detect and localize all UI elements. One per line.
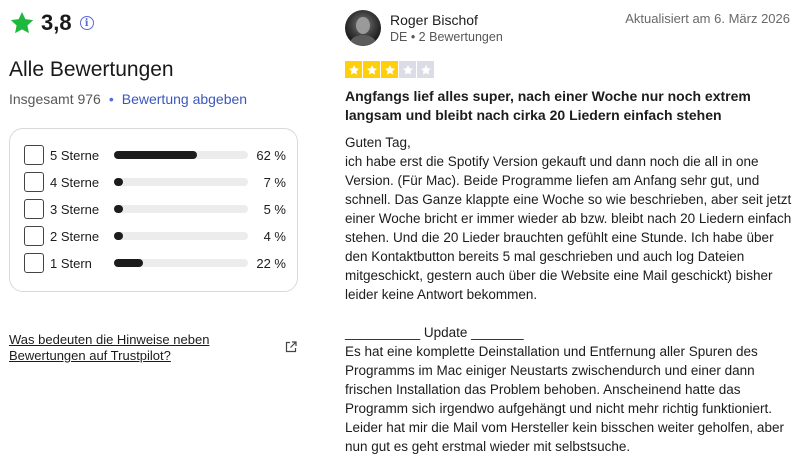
avatar-face xyxy=(356,17,370,34)
filter-percentage: 5 % xyxy=(263,201,286,217)
distribution-bar-fill xyxy=(114,178,124,186)
distribution-bar xyxy=(114,232,248,240)
distribution-bar xyxy=(114,178,248,186)
rating-distribution-card: 5 Sterne 62 % 4 Sterne 7 % 3 Sterne 5 % … xyxy=(9,128,298,292)
review-labels-help-link[interactable]: Was bedeuten die Hinweise neben Bewertun… xyxy=(9,332,249,364)
write-review-link[interactable]: Bewertung abgeben xyxy=(122,91,247,107)
filter-percentage: 7 % xyxy=(263,174,286,190)
filter-row-4-stars[interactable]: 4 Sterne 7 % xyxy=(24,172,286,192)
review-title[interactable]: Angfangs lief alles super, nach einer Wo… xyxy=(345,87,795,125)
ratings-summary-panel: 3,8 i Alle Bewertungen Insgesamt 976 • B… xyxy=(0,0,310,462)
reviewer-name[interactable]: Roger Bischof xyxy=(390,12,478,28)
all-reviews-heading: Alle Bewertungen xyxy=(9,58,174,81)
review-updated-date: Aktualisiert am 6. März 2026 xyxy=(625,11,790,26)
distribution-bar-fill xyxy=(114,232,123,240)
filter-row-5-stars[interactable]: 5 Sterne 62 % xyxy=(24,145,286,165)
filter-percentage: 62 % xyxy=(256,147,286,163)
distribution-bar xyxy=(114,259,248,267)
overall-rating: 3,8 i xyxy=(9,10,94,36)
filter-percentage: 22 % xyxy=(256,255,286,271)
distribution-bar xyxy=(114,151,248,159)
distribution-bar-fill xyxy=(114,259,144,267)
review-body: Guten Tag, ich habe erst die Spotify Ver… xyxy=(345,133,797,456)
rating-value: 3,8 xyxy=(41,10,72,35)
filter-label: 1 Stern xyxy=(50,255,92,271)
star-filled-icon xyxy=(345,61,362,78)
review-greeting: Guten Tag, xyxy=(345,135,411,150)
total-reviews-count: Insgesamt 976 xyxy=(9,91,101,107)
review-paragraph: ich habe erst die Spotify Version gekauf… xyxy=(345,154,792,302)
info-icon[interactable]: i xyxy=(79,16,94,30)
filter-checkbox[interactable] xyxy=(24,172,44,192)
filter-checkbox[interactable] xyxy=(24,199,44,219)
distribution-bar-fill xyxy=(114,151,198,159)
star-empty-icon xyxy=(417,61,434,78)
filter-row-3-stars[interactable]: 3 Sterne 5 % xyxy=(24,199,286,219)
star-filled-icon xyxy=(363,61,380,78)
distribution-bar-fill xyxy=(114,205,123,213)
distribution-bar xyxy=(114,205,248,213)
filter-checkbox[interactable] xyxy=(24,145,44,165)
star-filled-icon xyxy=(381,61,398,78)
reviewer-meta: DE • 2 Bewertungen xyxy=(390,30,503,44)
total-reviews-row: Insgesamt 976 • Bewertung abgeben xyxy=(9,91,247,107)
review-star-rating xyxy=(345,61,435,78)
review-paragraph: Es hat eine komplette Deinstallation und… xyxy=(345,344,784,454)
review-card: Roger Bischof DE • 2 Bewertungen Aktuali… xyxy=(345,0,800,462)
filter-checkbox[interactable] xyxy=(24,253,44,273)
review-update-heading: __________ Update _______ xyxy=(345,325,524,340)
filter-label: 5 Sterne xyxy=(50,147,100,163)
filter-percentage: 4 % xyxy=(263,228,286,244)
bullet-separator: • xyxy=(108,91,114,107)
filter-row-1-star[interactable]: 1 Stern 22 % xyxy=(24,253,286,273)
filter-row-2-stars[interactable]: 2 Sterne 4 % xyxy=(24,226,286,246)
star-empty-icon xyxy=(399,61,416,78)
filter-checkbox[interactable] xyxy=(24,226,44,246)
filter-label: 2 Sterne xyxy=(50,228,100,244)
avatar[interactable] xyxy=(345,10,381,46)
filter-label: 3 Sterne xyxy=(50,201,100,217)
filter-label: 4 Sterne xyxy=(50,174,100,190)
external-link-icon[interactable] xyxy=(285,340,297,353)
green-star-icon xyxy=(9,10,35,36)
avatar-body xyxy=(350,35,376,46)
